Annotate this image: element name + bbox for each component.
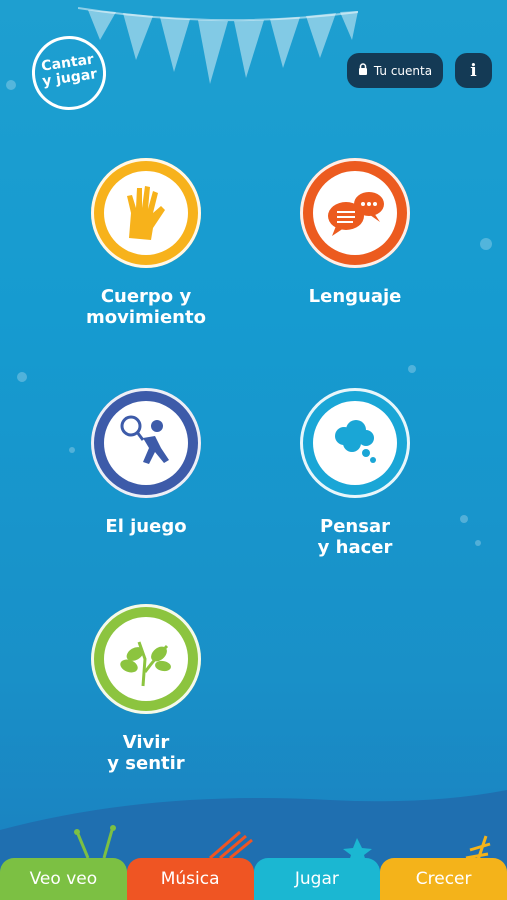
hands-icon	[104, 171, 188, 255]
nav-crecer[interactable]: Crecer	[380, 858, 507, 900]
category-badge	[91, 604, 201, 714]
category-label-line1: Lenguaje	[308, 286, 402, 307]
category-label-line1: El juego	[105, 516, 187, 537]
bubble-decoration	[6, 80, 16, 90]
category-badge	[91, 158, 201, 268]
nav-label: Jugar	[294, 869, 339, 889]
category-label-line1: Cuerpo y	[100, 286, 192, 307]
bubble-decoration	[408, 365, 416, 373]
category-lenguaje[interactable]: Lenguaje	[255, 158, 455, 307]
nav-jugar[interactable]: Jugar	[253, 858, 381, 900]
category-cuerpo-y-movimiento[interactable]: Cuerpo y movimiento	[46, 158, 246, 328]
leaves-icon	[104, 617, 188, 701]
info-icon: i	[470, 60, 477, 81]
nav-label: Veo veo	[29, 869, 98, 889]
category-pensar-y-hacer[interactable]: Pensar y hacer	[255, 388, 455, 558]
bottom-navigation: Veo veo Música Jugar Crecer	[0, 858, 507, 900]
thought-cloud-icon	[313, 401, 397, 485]
bubble-decoration	[460, 515, 468, 523]
nav-label: Crecer	[415, 869, 472, 889]
nav-musica[interactable]: Música	[126, 858, 254, 900]
category-badge	[300, 158, 410, 268]
category-label-line1: Vivir	[122, 732, 170, 753]
category-label-line2: movimiento	[86, 307, 206, 328]
bubble-decoration	[17, 372, 27, 382]
category-label-line1: Pensar	[320, 516, 390, 537]
category-badge	[300, 388, 410, 498]
bubble-decoration	[475, 540, 481, 546]
account-label: Tu cuenta	[373, 63, 433, 78]
bunting-decoration	[78, 7, 358, 84]
category-vivir-y-sentir[interactable]: Vivir y sentir	[46, 604, 246, 774]
category-label-line2: y hacer	[317, 537, 393, 558]
speech-bubbles-icon	[313, 171, 397, 255]
child-playing-icon	[104, 401, 188, 485]
lock-icon	[358, 63, 368, 78]
nav-veo-veo[interactable]: Veo veo	[0, 858, 127, 900]
hills-decoration	[0, 790, 507, 870]
category-el-juego[interactable]: El juego	[46, 388, 246, 537]
account-button[interactable]: Tu cuenta	[347, 53, 443, 88]
category-badge	[91, 388, 201, 498]
bubble-decoration	[480, 238, 492, 250]
nav-label: Música	[160, 869, 220, 889]
info-button[interactable]: i	[455, 53, 492, 88]
